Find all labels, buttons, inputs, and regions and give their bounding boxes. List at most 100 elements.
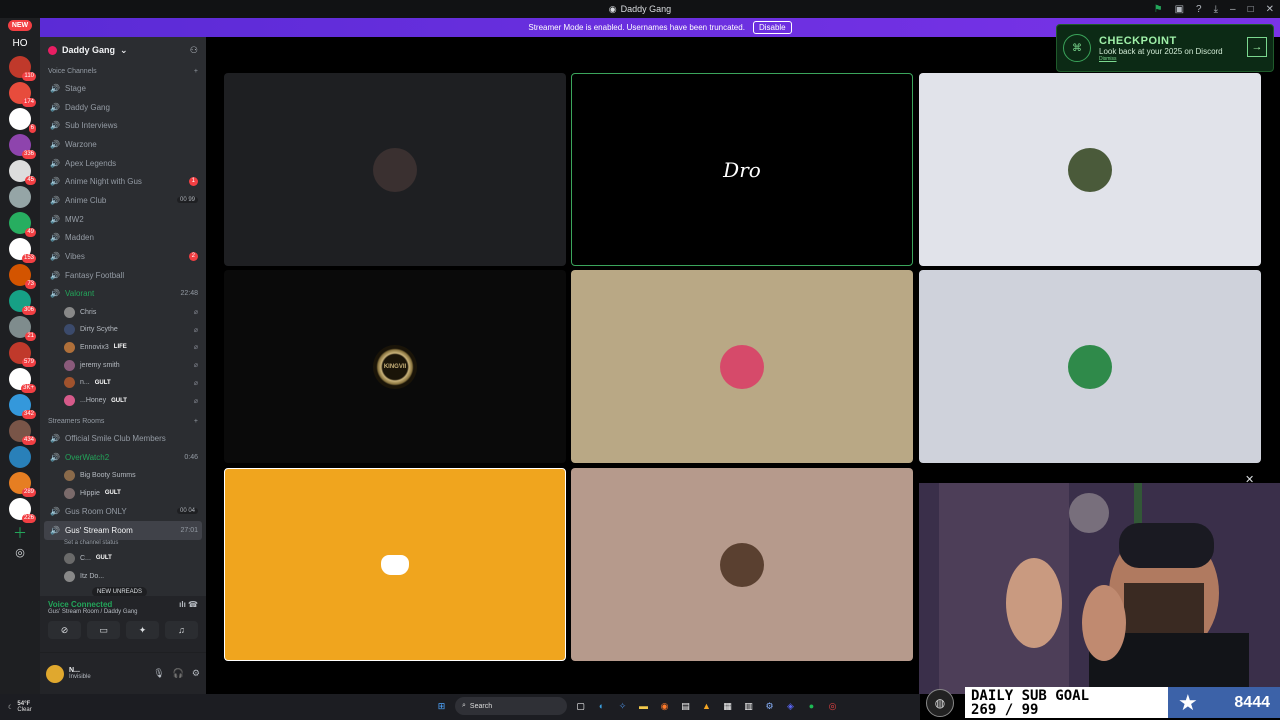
participant-tile[interactable] xyxy=(919,270,1261,463)
download-icon[interactable]: ⤓ xyxy=(1214,4,1218,15)
file-explorer-icon[interactable]: ▬ xyxy=(636,699,651,714)
server-icon[interactable]: 434 xyxy=(9,420,36,445)
task-view-icon[interactable]: ▢ xyxy=(573,699,588,714)
help-icon[interactable]: ? xyxy=(1196,4,1202,15)
server-icon[interactable]: 21 xyxy=(9,316,36,341)
firefox-icon[interactable]: ◉ xyxy=(657,699,672,714)
notepad-icon[interactable]: ▤ xyxy=(678,699,693,714)
copilot-icon[interactable]: ✧ xyxy=(615,699,630,714)
disable-button[interactable]: Disable xyxy=(752,21,792,34)
server-icon[interactable]: 306 xyxy=(9,290,36,315)
add-member-icon[interactable]: ⚇ xyxy=(190,45,198,56)
edge-icon[interactable]: ◐ xyxy=(594,699,609,714)
voice-channel-item[interactable]: 🔊 Anime Club 00 99 xyxy=(40,191,206,210)
server-icon[interactable] xyxy=(9,186,31,208)
server-icon[interactable]: 336 xyxy=(9,134,36,159)
camera-icon[interactable]: ⊘ xyxy=(48,621,81,639)
server-icon[interactable]: 342 xyxy=(9,394,36,419)
participant-tile[interactable] xyxy=(224,73,566,266)
voice-channel-item[interactable]: 🔊 Daddy Gang xyxy=(40,98,206,117)
activities-icon[interactable]: ✦ xyxy=(126,621,159,639)
voice-channel-item[interactable]: 🔊 Stage xyxy=(40,79,206,98)
voice-channel-item[interactable]: 🔊 Vibes 2 xyxy=(40,247,206,266)
soundboard-icon[interactable]: ♫ xyxy=(165,621,198,639)
flag-icon[interactable]: ⚑ xyxy=(1154,4,1163,15)
server-icon[interactable]: 73 xyxy=(9,264,36,289)
vlc-icon[interactable]: ▲ xyxy=(699,699,714,714)
home-button[interactable]: HO xyxy=(13,38,28,49)
voice-connected-label[interactable]: Voice Connected xyxy=(48,600,112,609)
channel-gus-room-only[interactable]: 🔊 Gus Room ONLY 00 04 xyxy=(40,502,206,521)
voice-member[interactable]: C... GULT xyxy=(40,550,206,568)
voice-channel-item[interactable]: 🔊 Sub Interviews xyxy=(40,116,206,135)
screen-icon[interactable]: ▣ xyxy=(1175,4,1184,15)
server-icon[interactable]: 110 xyxy=(9,56,36,81)
plus-icon[interactable]: + xyxy=(194,418,198,425)
channel-status[interactable]: Set a channel status xyxy=(40,540,206,550)
disconnect-icon[interactable]: ☎ xyxy=(188,600,198,609)
weather-widget[interactable]: ☾ 54°F Clear xyxy=(0,701,32,713)
voice-channel-item[interactable]: 🔊 Warzone xyxy=(40,135,206,154)
discord-icon[interactable]: ◈ xyxy=(783,699,798,714)
participant-tile[interactable]: KINGVII xyxy=(224,270,566,463)
microphone-icon[interactable]: 🎙 xyxy=(153,668,164,679)
voice-channel-item[interactable]: 🔊 Anime Night with Gus 1 xyxy=(40,172,206,191)
participant-tile[interactable] xyxy=(919,73,1261,266)
server-icon[interactable]: 226 xyxy=(9,498,36,523)
voice-channel-item[interactable]: 🔊 Fantasy Football xyxy=(40,266,206,285)
voice-member[interactable]: Hippie GULT xyxy=(40,484,206,502)
voice-member[interactable]: Big Booty Summs xyxy=(40,467,206,485)
steam-icon[interactable]: ⚙ xyxy=(762,699,777,714)
server-icon[interactable]: 6 xyxy=(9,108,36,133)
obs-icon[interactable]: ◎ xyxy=(825,699,840,714)
server-icon[interactable]: 3K+ xyxy=(9,368,36,393)
add-server-icon[interactable]: ＋ xyxy=(13,523,27,543)
minimize-button[interactable]: – xyxy=(1230,4,1236,15)
checkpoint-promo[interactable]: ⌘ CHECKPOINT Look back at your 2025 on D… xyxy=(1056,24,1274,72)
channel-overwatch2[interactable]: 🔊 OverWatch2 0:46 xyxy=(40,448,206,467)
server-icon[interactable]: 45 xyxy=(9,160,36,185)
server-icon[interactable]: 579 xyxy=(9,342,36,367)
noise-icon[interactable]: ılı xyxy=(179,600,186,609)
category-voice-channels[interactable]: Voice Channels + xyxy=(40,63,206,79)
headphones-icon[interactable]: 🎧 xyxy=(173,668,184,679)
server-icon[interactable]: 153 xyxy=(9,238,36,263)
spotify-icon[interactable]: ● xyxy=(804,699,819,714)
server-icon[interactable]: 289 xyxy=(9,472,36,497)
terminal-icon[interactable]: ▥ xyxy=(741,699,756,714)
voice-member[interactable]: Chris ⌀ xyxy=(40,303,206,321)
voice-channel-item[interactable]: 🔊 Madden xyxy=(40,229,206,248)
maximize-button[interactable]: □ xyxy=(1248,4,1254,15)
new-badge[interactable]: NEW xyxy=(7,20,33,31)
discover-icon[interactable]: ◎ xyxy=(15,546,25,559)
close-button[interactable]: ✕ xyxy=(1266,4,1274,15)
server-icon[interactable]: 49 xyxy=(9,212,36,237)
participant-tile[interactable] xyxy=(571,270,913,463)
app-icon[interactable]: ▦ xyxy=(720,699,735,714)
plus-icon[interactable]: + xyxy=(194,68,198,75)
dismiss-link[interactable]: Dismiss xyxy=(1099,56,1223,62)
channel-gus-stream-room[interactable]: 🔊 Gus' Stream Room 27:01 xyxy=(44,520,202,540)
server-icon[interactable]: 174 xyxy=(9,82,36,107)
windows-start-icon[interactable]: ⊞ xyxy=(434,699,449,714)
guild-header[interactable]: Daddy Gang ⌄ ⚇ xyxy=(40,37,206,63)
channel-valorant[interactable]: 🔊 Valorant 22:48 xyxy=(40,285,206,304)
voice-member[interactable]: Dirty Scythe ⌀ xyxy=(40,321,206,339)
voice-member[interactable]: jeremy smith ⌀ xyxy=(40,356,206,374)
participant-tile[interactable] xyxy=(571,468,913,661)
participant-tile[interactable] xyxy=(224,468,566,661)
taskbar-search[interactable]: ⌕ Search xyxy=(455,697,567,715)
voice-channel-item[interactable]: 🔊 Apex Legends xyxy=(40,154,206,173)
voice-member[interactable]: ...Honey GULT ⌀ xyxy=(40,392,206,410)
voice-member[interactable]: Itz Do... xyxy=(40,567,206,585)
server-icon[interactable] xyxy=(9,446,31,468)
voice-member[interactable]: Ennovix3 LIFE ⌀ xyxy=(40,339,206,357)
channel-official-smile-club[interactable]: 🔊 Official Smile Club Members xyxy=(40,429,206,448)
voice-channel-item[interactable]: 🔊 MW2 xyxy=(40,210,206,229)
category-streamers-rooms[interactable]: Streamers Rooms + xyxy=(40,413,206,429)
screenshare-icon[interactable]: ▭ xyxy=(87,621,120,639)
settings-gear-icon[interactable]: ⚙ xyxy=(192,668,200,679)
voice-member[interactable]: n... GULT ⌀ xyxy=(40,374,206,392)
arrow-right-icon[interactable]: → xyxy=(1247,37,1267,57)
participant-tile[interactable]: Dro xyxy=(571,73,913,266)
